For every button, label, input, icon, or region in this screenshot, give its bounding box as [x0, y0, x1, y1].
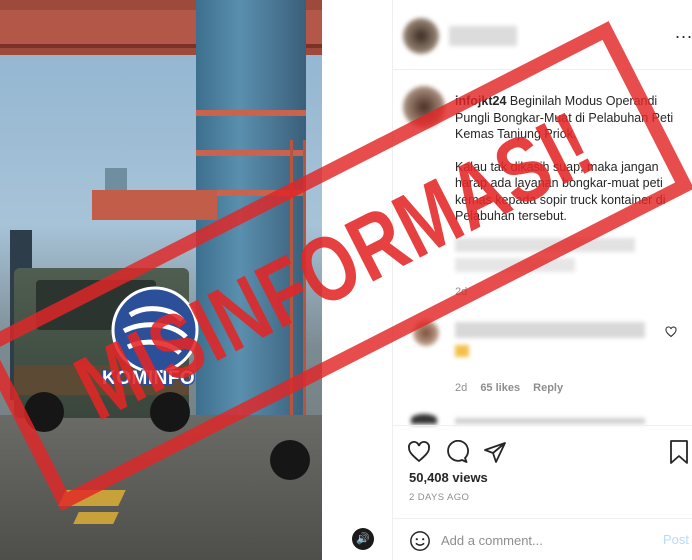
comment-emoji-blurred [455, 345, 469, 357]
gantry [92, 190, 217, 220]
comment-reply-button[interactable]: Reply [533, 382, 563, 394]
emoji-icon[interactable] [409, 530, 431, 552]
heart-icon[interactable] [407, 440, 431, 464]
comment-like-icon[interactable] [665, 326, 677, 338]
sound-icon[interactable]: 🔊 [352, 528, 374, 550]
comment-meta: 2d 65 likes Reply [455, 382, 563, 394]
bookmark-icon[interactable] [669, 439, 689, 465]
tower-rung [196, 110, 306, 116]
comment-icon[interactable] [445, 440, 469, 464]
comment-likes[interactable]: 65 likes [480, 382, 520, 394]
next-comment-avatar [411, 414, 437, 424]
comment-input[interactable] [441, 531, 641, 549]
author-avatar[interactable] [403, 18, 439, 54]
truck-wheel [270, 440, 310, 480]
post-date: 2 DAYS AGO [409, 492, 470, 503]
next-comment-blurred [455, 418, 645, 424]
author-name-blurred[interactable] [449, 26, 517, 46]
road-marking [73, 512, 119, 524]
view-count[interactable]: 50,408 views [409, 470, 488, 485]
comment-time: 2d [455, 382, 468, 394]
more-options-icon[interactable]: ... [675, 22, 692, 43]
post-comment-button[interactable]: Post [663, 532, 689, 547]
share-icon[interactable] [483, 440, 507, 464]
comment-text-blurred [455, 322, 645, 338]
comment-composer: Post [393, 518, 692, 560]
